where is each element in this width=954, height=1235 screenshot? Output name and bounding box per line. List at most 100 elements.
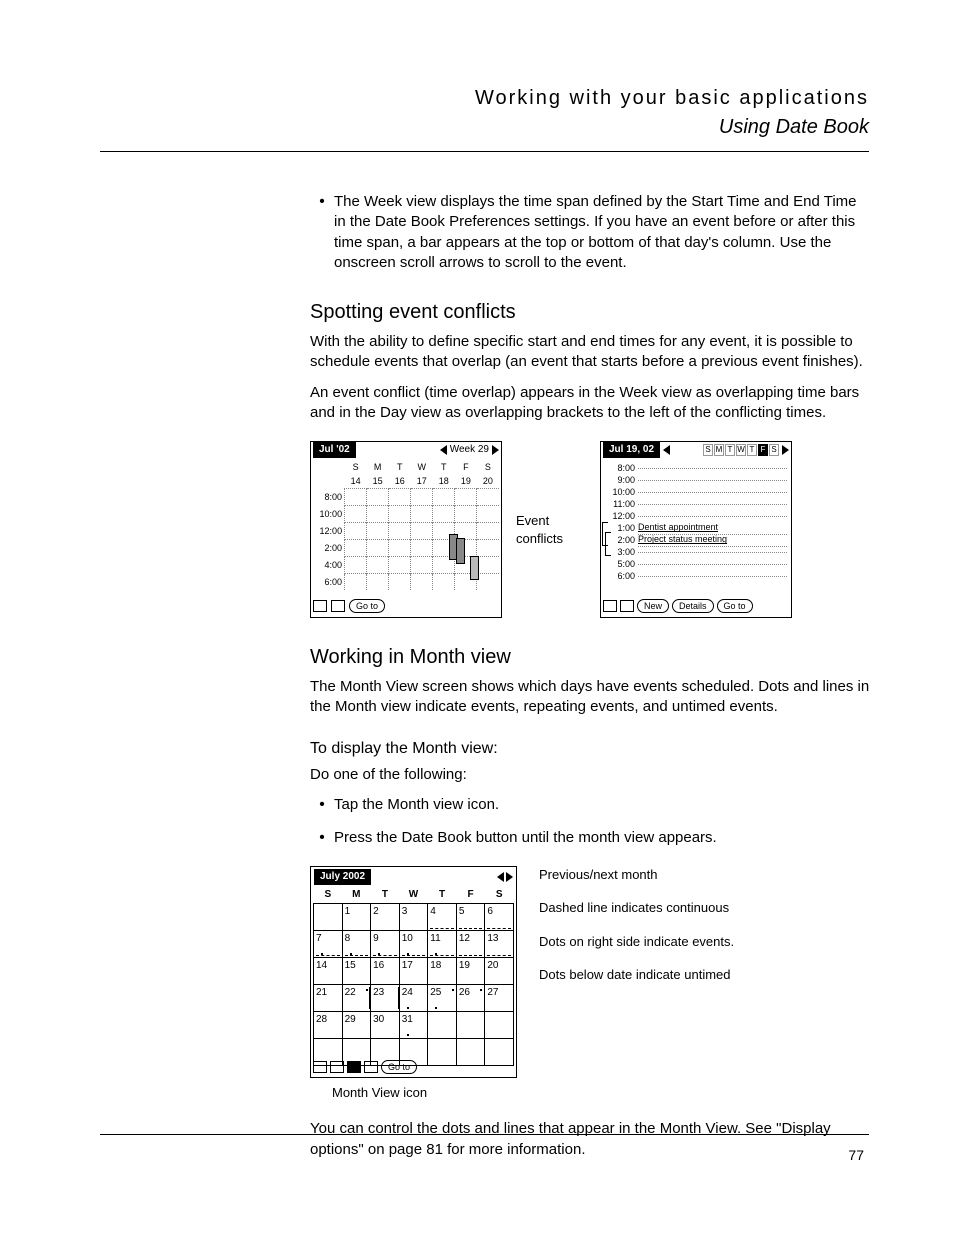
- month-cell[interactable]: 26: [456, 984, 485, 1011]
- day-next-icon[interactable]: [782, 445, 789, 455]
- month-cell[interactable]: 11: [428, 930, 457, 957]
- sec2-bullet-2: Press the Date Book button until the mon…: [334, 828, 870, 848]
- month-cell[interactable]: 19: [456, 957, 485, 984]
- month-cell[interactable]: 25: [428, 984, 457, 1011]
- day-conflict-bracket-2: [605, 532, 611, 556]
- month-cell[interactable]: [314, 903, 343, 930]
- view-icon-week[interactable]: [330, 1061, 344, 1073]
- day-time-row: 11:00: [605, 498, 787, 510]
- day-details-button[interactable]: Details: [672, 599, 714, 613]
- month-cell[interactable]: 6: [485, 903, 514, 930]
- sec2-para1: The Month View screen shows which days h…: [310, 677, 870, 718]
- day-strip-T[interactable]: T: [747, 444, 757, 456]
- day-title-chip: Jul 19, 02: [603, 442, 660, 458]
- week-hour-row: 2:00: [313, 540, 499, 557]
- view-icon-day[interactable]: [313, 600, 327, 612]
- subhead-display-month: To display the Month view:: [310, 738, 870, 760]
- day-prev-icon[interactable]: [663, 445, 670, 455]
- month-title-chip: July 2002: [314, 869, 371, 885]
- month-cell[interactable]: 5: [456, 903, 485, 930]
- month-cell[interactable]: 15: [342, 957, 371, 984]
- month-cell[interactable]: 17: [399, 957, 428, 984]
- day-time-row: 3:00: [605, 546, 787, 558]
- annot-dashed-line: Dashed line indicates continuous: [539, 899, 734, 917]
- day-strip-T[interactable]: T: [725, 444, 735, 456]
- week-day-initials-row: SM TW TF S: [313, 460, 499, 474]
- month-cell[interactable]: 4: [428, 903, 457, 930]
- annot-prev-next: Previous/next month: [539, 866, 734, 884]
- sec2-lead: Do one of the following:: [310, 765, 870, 785]
- header-rule: [100, 151, 869, 152]
- month-prev-icon[interactable]: [497, 872, 504, 882]
- month-cell[interactable]: 18: [428, 957, 457, 984]
- bullet-dot: •: [310, 192, 334, 273]
- view-icon-week[interactable]: [331, 600, 345, 612]
- month-cell[interactable]: 13: [485, 930, 514, 957]
- month-cell[interactable]: 12: [456, 930, 485, 957]
- month-goto-button[interactable]: Go to: [381, 1060, 417, 1074]
- week-prev-icon[interactable]: [440, 445, 447, 455]
- day-strip-M[interactable]: M: [714, 444, 724, 456]
- month-cell[interactable]: 8: [342, 930, 371, 957]
- week-conflict-bar-2: [456, 538, 465, 564]
- month-next-icon[interactable]: [506, 872, 513, 882]
- view-icon-day[interactable]: [313, 1061, 327, 1073]
- heading-spotting-conflicts: Spotting event conflicts: [310, 299, 870, 326]
- running-header-title: Working with your basic applications: [100, 85, 869, 112]
- month-cell[interactable]: 10: [399, 930, 428, 957]
- week-goto-button[interactable]: Go to: [349, 599, 385, 613]
- day-time-row: 2:00Project status meeting: [605, 534, 787, 546]
- day-strip-W[interactable]: W: [736, 444, 746, 456]
- month-cell[interactable]: 27: [485, 984, 514, 1011]
- month-cell[interactable]: 29: [342, 1011, 371, 1038]
- month-cell[interactable]: 3: [399, 903, 428, 930]
- view-icon-day[interactable]: [603, 600, 617, 612]
- month-row: 28293031: [314, 1011, 514, 1038]
- month-cell[interactable]: 2: [371, 903, 400, 930]
- day-time-row: 9:00: [605, 474, 787, 486]
- day-view-screenshot: Jul 19, 02 SMTWTFS 8:009:0010:0011:0012:…: [600, 441, 792, 618]
- sec1-para2: An event conflict (time overlap) appears…: [310, 383, 870, 424]
- week-hour-row: 10:00: [313, 506, 499, 523]
- view-icon-week[interactable]: [620, 600, 634, 612]
- week-next-icon[interactable]: [492, 445, 499, 455]
- conflict-callout: Event conflicts: [516, 512, 586, 547]
- sec2-bullet-1: Tap the Month view icon.: [334, 795, 870, 815]
- day-time-row: 8:00: [605, 462, 787, 474]
- page-number: 77: [848, 1146, 864, 1165]
- day-time-row: 10:00: [605, 486, 787, 498]
- month-cell[interactable]: 7: [314, 930, 343, 957]
- month-cell[interactable]: 23: [371, 984, 400, 1011]
- month-cell[interactable]: 30: [371, 1011, 400, 1038]
- day-goto-button[interactable]: Go to: [717, 599, 753, 613]
- month-cell[interactable]: [456, 1011, 485, 1038]
- month-view-screenshot: July 2002 SMTWTFS 1234567891011121314151…: [310, 866, 517, 1078]
- running-header-subtitle: Using Date Book: [100, 114, 869, 141]
- month-cell[interactable]: [485, 1011, 514, 1038]
- week-hour-row: 8:00: [313, 489, 499, 506]
- day-new-button[interactable]: New: [637, 599, 669, 613]
- month-icon-caption: Month View icon: [332, 1084, 870, 1102]
- month-view-icon[interactable]: [347, 1061, 361, 1073]
- month-cell[interactable]: 14: [314, 957, 343, 984]
- month-cell[interactable]: 1: [342, 903, 371, 930]
- annot-dots-right: Dots on right side indicate events.: [539, 933, 734, 951]
- month-row: 21222324252627: [314, 984, 514, 1011]
- day-strip-S[interactable]: S: [703, 444, 713, 456]
- month-cell[interactable]: 31: [399, 1011, 428, 1038]
- week-day-numbers-row: 1415 1617 1819 20: [313, 474, 499, 489]
- month-cell[interactable]: 28: [314, 1011, 343, 1038]
- day-strip-F[interactable]: F: [758, 444, 768, 456]
- month-cell[interactable]: [428, 1011, 457, 1038]
- month-cell[interactable]: 22: [342, 984, 371, 1011]
- month-cell[interactable]: 24: [399, 984, 428, 1011]
- view-icon-agenda[interactable]: [364, 1061, 378, 1073]
- day-strip-S[interactable]: S: [769, 444, 779, 456]
- day-time-row: 6:00: [605, 570, 787, 582]
- month-cell[interactable]: 20: [485, 957, 514, 984]
- intro-bullet: The Week view displays the time span def…: [334, 192, 870, 273]
- month-cell[interactable]: 9: [371, 930, 400, 957]
- sec1-para1: With the ability to define specific star…: [310, 332, 870, 373]
- month-cell[interactable]: 16: [371, 957, 400, 984]
- month-cell[interactable]: 21: [314, 984, 343, 1011]
